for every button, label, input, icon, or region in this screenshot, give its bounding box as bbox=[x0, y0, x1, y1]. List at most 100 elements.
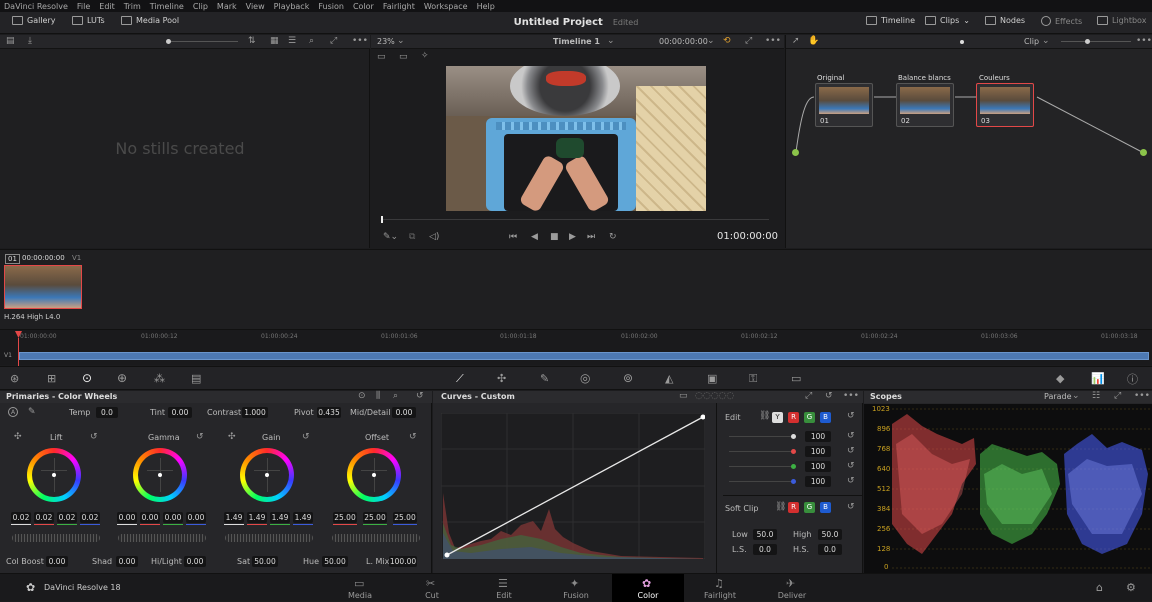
play-icon[interactable]: ▶ bbox=[569, 232, 576, 242]
loop-icon[interactable]: ↻ bbox=[609, 232, 617, 242]
more-icon[interactable]: ••• bbox=[352, 36, 368, 46]
gain-reset-icon[interactable]: ↺ bbox=[302, 432, 310, 442]
gamma-y[interactable]: 0.00 bbox=[117, 512, 137, 523]
bars-mode-icon[interactable]: ⫼ bbox=[376, 391, 380, 401]
gain-g[interactable]: 1.49 bbox=[270, 512, 290, 523]
reset-icon[interactable]: ↺ bbox=[847, 411, 855, 421]
reset-icon[interactable]: ↺ bbox=[847, 502, 855, 512]
highlight-icon[interactable]: ✧ bbox=[421, 51, 429, 61]
menu-fairlight[interactable]: Fairlight bbox=[383, 2, 415, 11]
chevron-down-icon[interactable]: ⌄ bbox=[707, 36, 715, 46]
node-original[interactable]: 01 bbox=[815, 83, 873, 127]
menu-timeline[interactable]: Timeline bbox=[150, 2, 184, 11]
gallery-zoom-slider[interactable] bbox=[166, 39, 238, 44]
clip-thumbnail[interactable] bbox=[4, 265, 82, 309]
edit-g-value[interactable]: 100 bbox=[805, 461, 831, 472]
gamma-b[interactable]: 0.00 bbox=[186, 512, 206, 523]
reset-icon[interactable]: ↺ bbox=[847, 461, 855, 471]
channel-b-button[interactable]: B bbox=[820, 412, 831, 423]
color-match-icon[interactable]: ⊞ bbox=[47, 372, 56, 385]
lift-g[interactable]: 0.02 bbox=[57, 512, 77, 523]
offset-b[interactable]: 25.00 bbox=[393, 512, 417, 523]
menu-color[interactable]: Color bbox=[353, 2, 374, 11]
playhead[interactable] bbox=[381, 216, 383, 223]
chevron-down-icon[interactable]: ⌄ bbox=[1072, 391, 1080, 401]
menu-edit[interactable]: Edit bbox=[99, 2, 115, 11]
stop-icon[interactable]: ■ bbox=[550, 232, 559, 242]
scope-settings-icon[interactable]: ☷ bbox=[1092, 391, 1100, 401]
volume-icon[interactable]: ◁) bbox=[429, 232, 439, 242]
menu-help[interactable]: Help bbox=[477, 2, 495, 11]
sat-value[interactable]: 50.00 bbox=[252, 556, 278, 567]
middetail-value[interactable]: 0.00 bbox=[392, 407, 416, 418]
timeline-selector[interactable]: Timeline 1 bbox=[553, 37, 600, 46]
lift-b[interactable]: 0.02 bbox=[80, 512, 100, 523]
softclip-b-button[interactable]: B bbox=[820, 502, 831, 513]
expand-icon[interactable]: ⤢ bbox=[1114, 391, 1121, 401]
motion-effects-icon[interactable]: ▤ bbox=[191, 372, 201, 385]
lift-picker-icon[interactable]: ✣ bbox=[14, 432, 22, 442]
tab-cut[interactable]: ✂ Cut bbox=[396, 574, 468, 602]
skip-back-icon[interactable]: ⏮ bbox=[509, 232, 517, 242]
lift-master-wheel[interactable] bbox=[12, 534, 100, 542]
more-icon[interactable]: ••• bbox=[1134, 391, 1150, 401]
chevron-down-icon[interactable]: ⌄ bbox=[607, 36, 615, 46]
channel-r-button[interactable]: R bbox=[788, 412, 799, 423]
keyframes-icon[interactable]: ◆ bbox=[1056, 372, 1064, 385]
timeline-button[interactable]: Timeline bbox=[866, 16, 915, 25]
eyedropper-icon[interactable]: ✎⌄ bbox=[383, 232, 398, 242]
edit-r-value[interactable]: 100 bbox=[805, 446, 831, 457]
node-input[interactable] bbox=[792, 149, 799, 156]
edit-b-value[interactable]: 100 bbox=[805, 476, 831, 487]
expand-icon[interactable]: ⤢ bbox=[745, 36, 752, 46]
expand-icon[interactable]: ⤢ bbox=[330, 36, 337, 46]
color-warper-icon[interactable]: ✣ bbox=[497, 372, 506, 385]
more-icon[interactable]: ••• bbox=[765, 36, 781, 46]
node-output[interactable] bbox=[1140, 149, 1147, 156]
lift-r[interactable]: 0.02 bbox=[34, 512, 54, 523]
gamma-reset-icon[interactable]: ↺ bbox=[196, 432, 204, 442]
gamma-g[interactable]: 0.00 bbox=[163, 512, 183, 523]
softclip-g-button[interactable]: G bbox=[804, 502, 815, 513]
gain-y[interactable]: 1.49 bbox=[224, 512, 244, 523]
offset-reset-icon[interactable]: ↺ bbox=[409, 432, 417, 442]
tab-deliver[interactable]: ✈ Deliver bbox=[756, 574, 828, 602]
tracker-icon[interactable]: ⊚ bbox=[623, 371, 633, 385]
zoom-level[interactable]: 23% bbox=[377, 37, 395, 46]
lift-reset-icon[interactable]: ↺ bbox=[90, 432, 98, 442]
hilight-value[interactable]: 0.00 bbox=[184, 556, 206, 567]
gain-wheel[interactable] bbox=[240, 448, 294, 502]
info-icon[interactable]: ⓘ bbox=[1127, 371, 1138, 387]
reset-icon[interactable]: ↺ bbox=[847, 446, 855, 456]
menu-app[interactable]: DaVinci Resolve bbox=[4, 2, 68, 11]
rgb-mixer-icon[interactable]: ⁂ bbox=[154, 372, 165, 385]
color-wheels-icon[interactable]: ⊙ bbox=[82, 371, 92, 385]
qualifier-icon[interactable]: ✎ bbox=[540, 372, 549, 385]
viewer-mode-icon[interactable]: ▭ bbox=[377, 52, 386, 62]
reset-icon[interactable]: ↺ bbox=[825, 391, 833, 401]
lmix-value[interactable]: 100.00 bbox=[389, 556, 417, 567]
edit-y-value[interactable]: 100 bbox=[805, 431, 831, 442]
menu-file[interactable]: File bbox=[77, 2, 90, 11]
contrast-value[interactable]: 1.000 bbox=[242, 407, 268, 418]
mini-timeline[interactable]: 01:00:00:00 01:00:00:12 01:00:00:24 01:0… bbox=[0, 329, 1152, 366]
viewer-frame[interactable] bbox=[446, 66, 706, 211]
offset-g[interactable]: 25.00 bbox=[363, 512, 387, 523]
low-value[interactable]: 50.0 bbox=[753, 529, 777, 540]
link-icon[interactable]: ⛓ bbox=[775, 502, 786, 512]
wheels-mode-icon[interactable]: ⊙ bbox=[358, 391, 366, 401]
clips-button[interactable]: Clips ⌄ bbox=[925, 16, 970, 25]
curves-icon[interactable]: ⟋ bbox=[456, 372, 464, 386]
window-icon[interactable]: ◎ bbox=[580, 371, 590, 385]
split-view-icon[interactable]: ▭ bbox=[399, 52, 408, 62]
channel-y-button[interactable]: Y bbox=[772, 412, 783, 423]
node-balance-blancs[interactable]: 02 bbox=[896, 83, 954, 127]
menu-fusion[interactable]: Fusion bbox=[318, 2, 344, 11]
menu-trim[interactable]: Trim bbox=[124, 2, 141, 11]
tab-fusion[interactable]: ✦ Fusion bbox=[540, 574, 612, 602]
node-couleurs[interactable]: 03 bbox=[976, 83, 1034, 127]
menu-playback[interactable]: Playback bbox=[274, 2, 310, 11]
blur-icon[interactable]: ▣ bbox=[707, 372, 717, 385]
tab-edit[interactable]: ☰ Edit bbox=[468, 574, 540, 602]
scrubber-bar[interactable] bbox=[381, 216, 769, 223]
